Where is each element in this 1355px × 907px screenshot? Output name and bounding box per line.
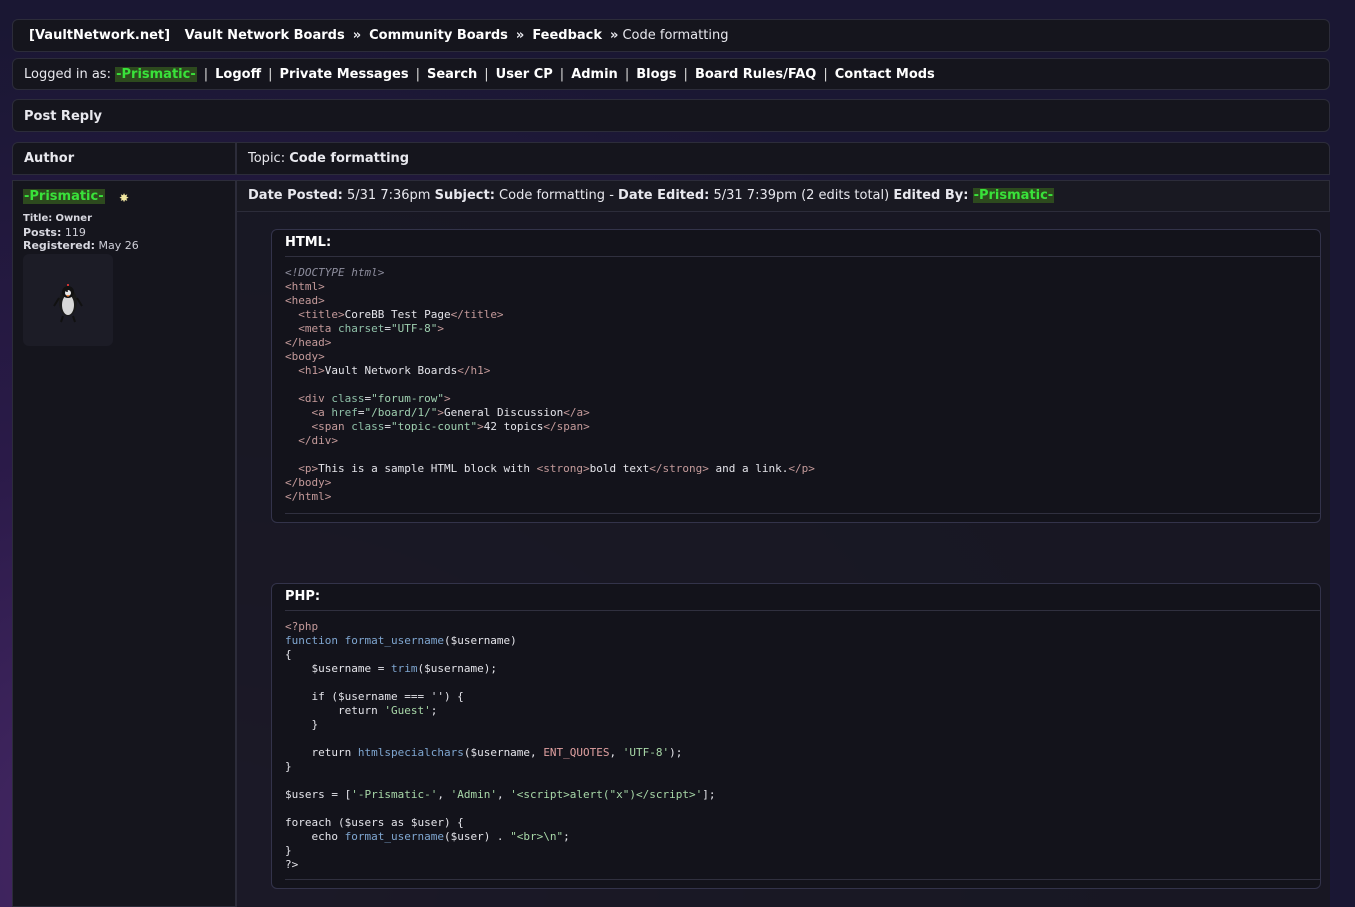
pipe-separator: | — [415, 67, 420, 82]
logged-in-label: Logged in as: — [24, 67, 111, 82]
edited-by-user-link[interactable]: -Prismatic- — [972, 188, 1055, 203]
breadcrumb-feedback-link[interactable]: Feedback — [532, 28, 602, 43]
breadcrumb-site-link[interactable]: [VaultNetwork.net] — [29, 28, 170, 43]
divider — [285, 610, 1320, 611]
author-registered-label: Registered: — [23, 239, 95, 252]
penguin-avatar-icon — [53, 284, 83, 323]
date-posted-value: 5/31 7:36pm — [347, 188, 431, 203]
divider — [285, 879, 1320, 880]
dash-separator: - — [609, 188, 614, 203]
code-block-title: PHP: — [285, 589, 321, 604]
author-panel: -Prismatic- ✸ Title: Owner Posts: 119 Re… — [12, 180, 236, 907]
breadcrumb-boards-link[interactable]: Vault Network Boards — [185, 28, 345, 43]
php-code[interactable]: <?php function format_username($username… — [285, 620, 716, 872]
author-column-header: Author — [12, 142, 236, 175]
html-code[interactable]: <!DOCTYPE html> <html> <head> <title>Cor… — [285, 266, 815, 504]
subject-label: Subject: — [434, 188, 495, 203]
date-edited-label: Date Edited: — [618, 188, 710, 203]
breadcrumb-separator: » — [515, 28, 525, 43]
date-posted-label: Date Posted: — [248, 188, 343, 203]
author-posts-value: 119 — [64, 226, 86, 239]
current-user-link[interactable]: -Prismatic- — [115, 67, 197, 82]
edited-by-label: Edited By: — [893, 188, 969, 203]
pipe-separator: | — [559, 67, 565, 82]
search-link[interactable]: Search — [427, 67, 477, 82]
breadcrumb: [VaultNetwork.net] Vault Network Boards »… — [12, 19, 1330, 52]
contact-mods-link[interactable]: Contact Mods — [835, 67, 935, 82]
breadcrumb-current: Code formatting — [622, 28, 729, 43]
post-reply-button[interactable]: Post Reply — [24, 109, 102, 124]
user-cp-link[interactable]: User CP — [496, 67, 553, 82]
pipe-separator: | — [484, 67, 489, 82]
blogs-link[interactable]: Blogs — [636, 67, 676, 82]
topic-title: Code formatting — [289, 151, 410, 166]
board-rules-link[interactable]: Board Rules/FAQ — [695, 67, 816, 82]
author-registered-value: May 26 — [98, 239, 139, 252]
pipe-separator: | — [823, 67, 828, 82]
post-header: Date Posted: 5/31 7:36pm Subject: Code f… — [236, 180, 1330, 212]
rank-star-icon: ✸ — [119, 191, 130, 205]
breadcrumb-separator: » — [352, 28, 362, 43]
pipe-separator: | — [683, 67, 688, 82]
post-reply-bar: Post Reply — [12, 99, 1330, 132]
date-edited-value: 5/31 7:39pm — [713, 188, 797, 203]
author-name-link[interactable]: -Prismatic- — [23, 189, 105, 204]
html-code-block: HTML: <!DOCTYPE html> <html> <head> <tit… — [271, 229, 1321, 523]
pipe-separator: | — [624, 67, 630, 82]
avatar — [23, 254, 113, 346]
author-title-label: Title: — [23, 213, 53, 224]
divider — [285, 256, 1320, 257]
pipe-separator: | — [203, 67, 209, 82]
php-code-block: PHP: <?php function format_username($use… — [271, 583, 1321, 889]
pipe-separator: | — [268, 67, 273, 82]
private-messages-link[interactable]: Private Messages — [280, 67, 409, 82]
author-title: Title: Owner — [23, 213, 92, 224]
breadcrumb-separator: » — [610, 28, 619, 43]
topic-header: Topic: Code formatting — [236, 142, 1330, 175]
breadcrumb-community-link[interactable]: Community Boards — [369, 28, 508, 43]
logoff-link[interactable]: Logoff — [215, 67, 261, 82]
admin-link[interactable]: Admin — [571, 67, 618, 82]
author-title-value: Owner — [55, 213, 93, 224]
author-registered: Registered: May 26 — [23, 239, 139, 252]
user-bar: Logged in as: -Prismatic- | Logoff | Private… — [12, 58, 1330, 90]
author-posts: Posts: 119 — [23, 226, 86, 239]
topic-label: Topic: — [248, 151, 286, 166]
edit-count: (2 edits total) — [801, 188, 890, 203]
author-posts-label: Posts: — [23, 226, 62, 239]
code-block-title: HTML: — [285, 235, 332, 250]
post-body: HTML: <!DOCTYPE html> <html> <head> <tit… — [236, 212, 1330, 907]
divider — [285, 513, 1320, 514]
subject-value: Code formatting — [499, 188, 606, 203]
